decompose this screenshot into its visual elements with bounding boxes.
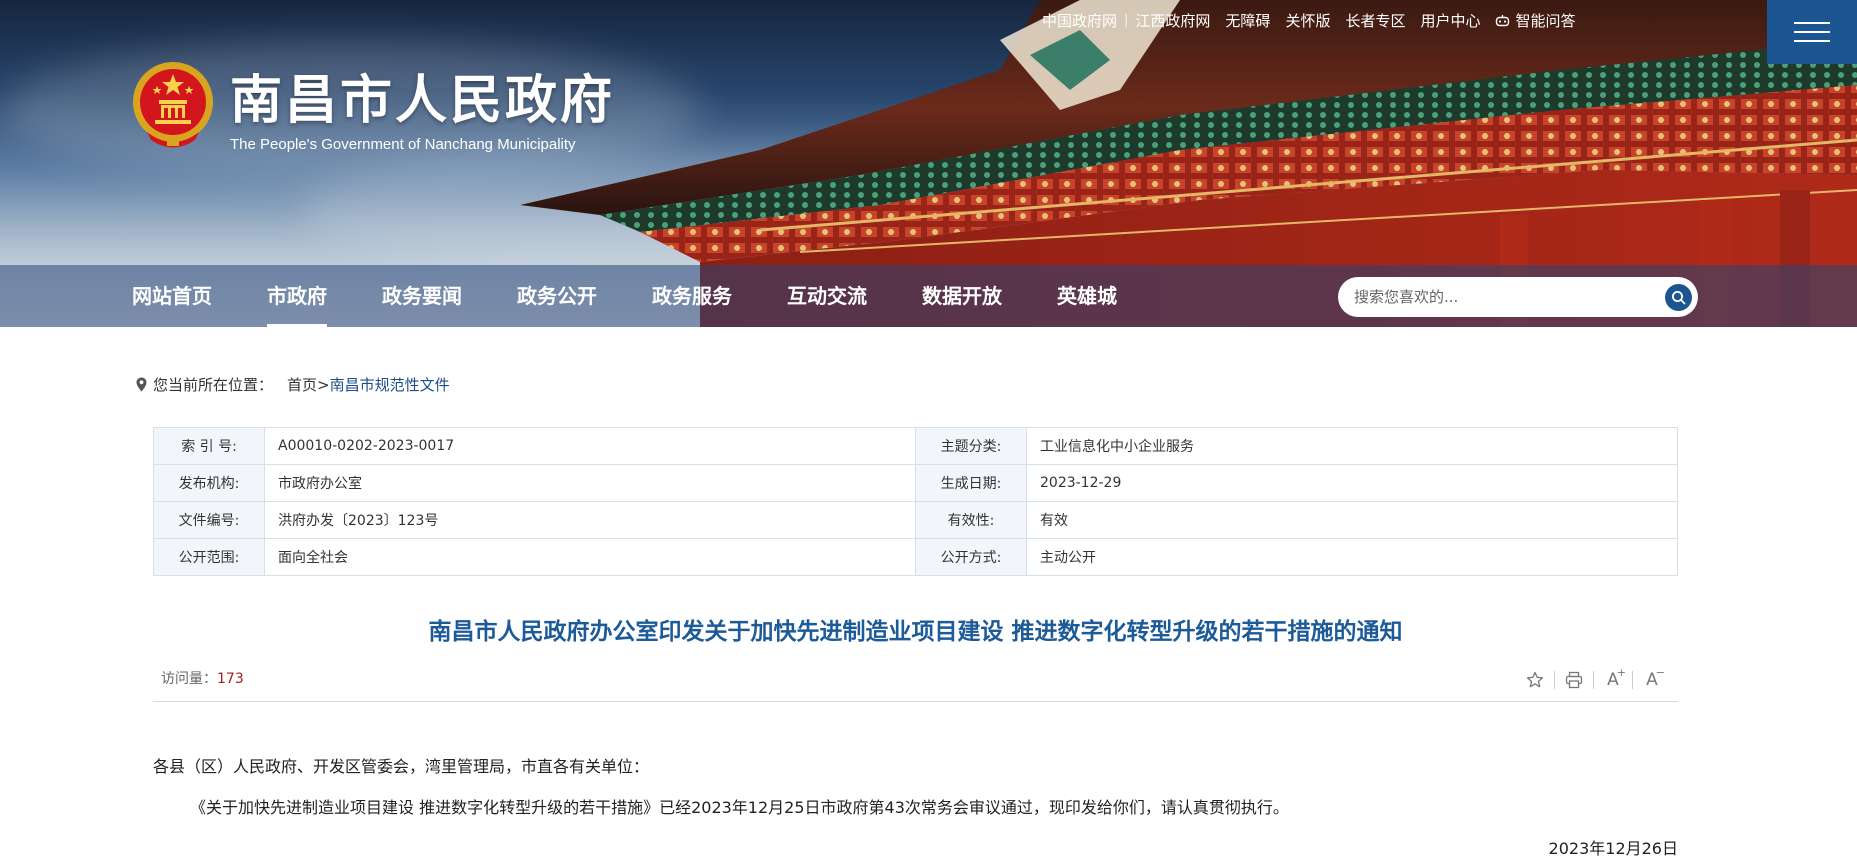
meta-value: 工业信息化中小企业服务 [1026, 427, 1678, 465]
breadcrumb-label: 您当前所在位置： [153, 376, 274, 394]
meta-key: 生成日期: [915, 464, 1027, 502]
search-icon [1672, 291, 1686, 305]
meta-value: A00010-0202-2023-0017 [264, 427, 916, 465]
nav-item-services[interactable]: 政务服务 [652, 265, 732, 327]
toolbar-divider [1632, 671, 1633, 689]
meta-value: 市政府办公室 [264, 464, 916, 502]
meta-key: 有效性: [915, 501, 1027, 539]
table-row: 公开范围: 面向全社会 公开方式: 主动公开 [153, 538, 1678, 576]
top-utility-links: 中国政府网 | 江西政府网 无障碍 关怀版 长者专区 用户中心 智能问答 [1042, 10, 1576, 31]
care-version-link[interactable]: 关怀版 [1285, 10, 1330, 31]
nav-item-open-data[interactable]: 数据开放 [922, 265, 1002, 327]
meta-key: 公开方式: [915, 538, 1027, 576]
accessibility-link[interactable]: 无障碍 [1225, 10, 1270, 31]
link-divider: | [1124, 13, 1129, 28]
nav-item-interaction[interactable]: 互动交流 [787, 265, 867, 327]
meta-value: 主动公开 [1026, 538, 1678, 576]
table-row: 发布机构: 市政府办公室 生成日期: 2023-12-29 [153, 464, 1678, 502]
article-toolbar: A + A − [1522, 666, 1665, 692]
visit-count-value: 173 [217, 671, 244, 687]
article-divider [153, 701, 1678, 702]
meta-key: 文件编号: [153, 501, 265, 539]
toolbar-divider [1593, 671, 1594, 689]
table-row: 文件编号: 洪府办发〔2023〕123号 有效性: 有效 [153, 501, 1678, 539]
print-button[interactable] [1561, 668, 1587, 692]
meta-key: 公开范围: [153, 538, 265, 576]
breadcrumb-current-link[interactable]: 南昌市规范性文件 [330, 374, 450, 395]
breadcrumb: 您当前所在位置： 首页 > 南昌市规范性文件 [136, 374, 450, 395]
meta-key: 主题分类: [915, 427, 1027, 465]
search-box [1338, 277, 1698, 317]
article-title: 南昌市人民政府办公室印发关于加快先进制造业项目建设 推进数字化转型升级的若干措施… [428, 619, 1403, 645]
nav-item-home[interactable]: 网站首页 [132, 265, 212, 327]
article-date: 2023年12月26日 [1548, 839, 1678, 858]
meta-value: 洪府办发〔2023〕123号 [264, 501, 916, 539]
visit-count: 访问量：173 [161, 668, 244, 688]
meta-key: 发布机构: [153, 464, 265, 502]
breadcrumb-home-link[interactable]: 首页 [287, 374, 317, 395]
toolbar-divider [1554, 671, 1555, 689]
font-decrease-icon[interactable]: A − [1639, 666, 1665, 692]
document-meta-table: 索 引 号: A00010-0202-2023-0017 主题分类: 工业信息化… [153, 427, 1678, 576]
search-input[interactable] [1354, 277, 1654, 317]
meta-value: 2023-12-29 [1026, 464, 1678, 502]
search-button[interactable] [1665, 284, 1692, 311]
article-salutation: 各县（区）人民政府、开发区管委会，湾里管理局，市直各有关单位： [153, 757, 650, 776]
ai-qa-link[interactable]: 智能问答 [1495, 10, 1576, 31]
favorite-button[interactable] [1522, 668, 1548, 692]
gov-emblem-icon [133, 62, 213, 148]
meta-value: 有效 [1026, 501, 1678, 539]
jiangxi-gov-link[interactable]: 江西政府网 [1135, 10, 1210, 31]
nav-item-disclosure[interactable]: 政务公开 [517, 265, 597, 327]
nav-item-city-government[interactable]: 市政府 [267, 265, 327, 327]
hamburger-menu-icon[interactable] [1767, 0, 1857, 64]
site-title: 南昌市人民政府 [230, 71, 616, 131]
china-gov-link[interactable]: 中国政府网 [1042, 10, 1117, 31]
breadcrumb-separator: > [317, 375, 330, 394]
print-icon [1565, 671, 1583, 689]
location-pin-icon [136, 377, 147, 392]
site-subtitle: The People's Government of Nanchang Muni… [230, 136, 576, 153]
meta-value: 面向全社会 [264, 538, 916, 576]
meta-key: 索 引 号: [153, 427, 265, 465]
article-body-paragraph: 《关于加快先进制造业项目建设 推进数字化转型升级的若干措施》已经2023年12月… [190, 798, 1289, 817]
robot-icon [1496, 15, 1510, 27]
ai-qa-label: 智能问答 [1515, 12, 1576, 30]
star-icon [1526, 671, 1544, 688]
user-center-link[interactable]: 用户中心 [1420, 10, 1480, 31]
elderly-zone-link[interactable]: 长者专区 [1345, 10, 1405, 31]
table-row: 索 引 号: A00010-0202-2023-0017 主题分类: 工业信息化… [153, 427, 1678, 465]
nav-item-news[interactable]: 政务要闻 [382, 265, 462, 327]
nav-item-hero-city[interactable]: 英雄城 [1057, 265, 1117, 327]
font-increase-icon[interactable]: A + [1600, 666, 1626, 692]
visit-count-label: 访问量： [161, 671, 217, 687]
